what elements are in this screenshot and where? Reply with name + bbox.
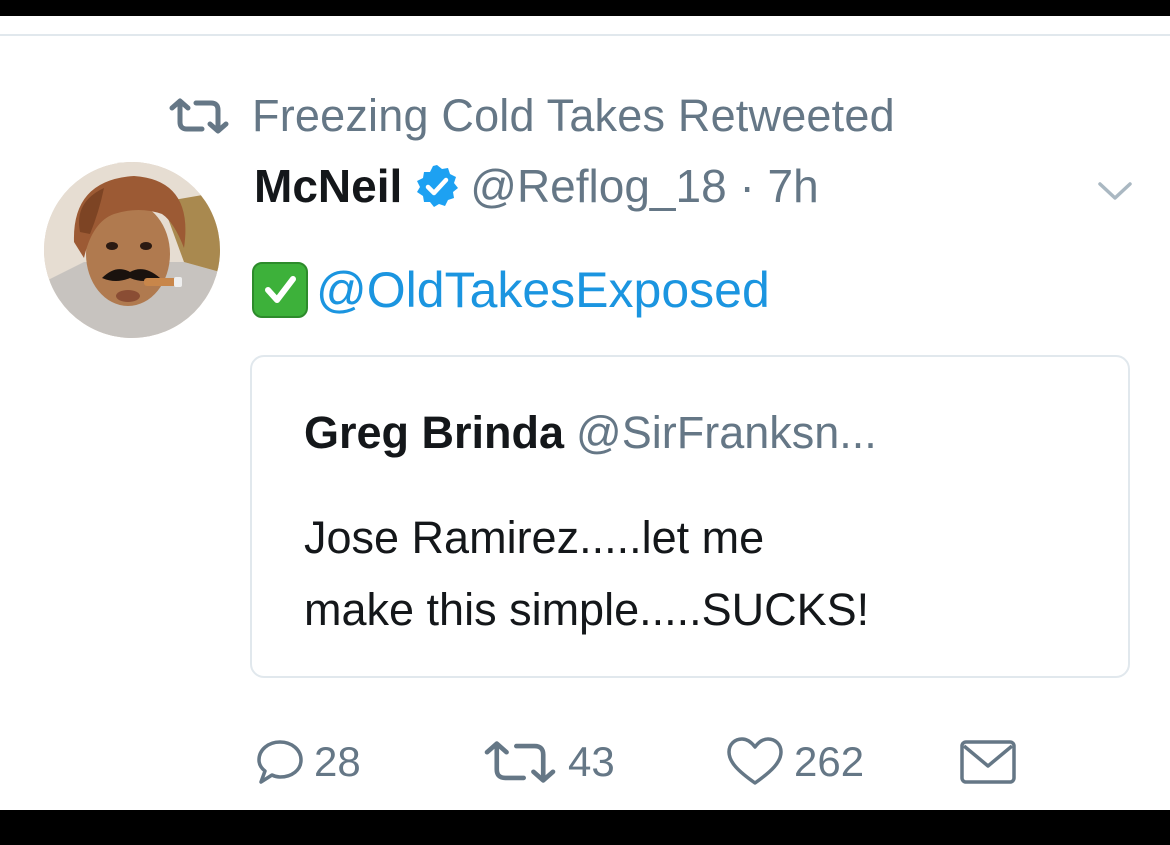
chevron-down-icon[interactable] (1092, 176, 1138, 206)
handle-and-time[interactable]: @Reflog_18 · 7h (470, 159, 818, 213)
reply-icon (257, 740, 303, 784)
retweet-button[interactable]: 43 (480, 732, 615, 792)
direct-message-button[interactable] (958, 732, 1018, 792)
quoted-display-name: Greg Brinda (304, 407, 565, 458)
tweet-header: McNeil @Reflog_18 · 7h (254, 156, 819, 216)
reply-button[interactable]: 28 (254, 732, 361, 792)
tweet-screen: Freezing Cold Takes Retweeted McNeil @Re… (0, 16, 1170, 810)
action-bar: 28 43 262 (0, 732, 1170, 792)
quoted-text-line: make this simple.....SUCKS! (304, 584, 870, 635)
white-check-mark-emoji-icon (252, 262, 308, 318)
envelope-icon (960, 740, 1016, 784)
reply-count: 28 (314, 738, 361, 785)
retweet-icon (484, 741, 556, 783)
quoted-text-line: Jose Ramirez.....let me (304, 512, 765, 563)
retweet-icon (169, 98, 229, 134)
quoted-tweet-header: Greg Brinda @SirFranksn... (304, 407, 877, 459)
like-count: 262 (794, 738, 865, 785)
top-divider (0, 34, 1170, 36)
heart-icon (727, 737, 783, 785)
display-name[interactable]: McNeil (254, 159, 402, 213)
avatar[interactable] (44, 162, 220, 338)
quoted-handle: @SirFranksn... (576, 407, 877, 458)
mention-link[interactable]: @OldTakesExposed (316, 261, 770, 319)
retweet-count: 43 (568, 738, 615, 785)
like-button[interactable]: 262 (724, 732, 864, 792)
verified-badge-icon (417, 165, 459, 207)
quoted-tweet-card[interactable]: Greg Brinda @SirFranksn... Jose Ramirez..… (250, 355, 1130, 678)
retweet-context[interactable]: Freezing Cold Takes Retweeted (168, 86, 895, 146)
tweet-body: @OldTakesExposed (252, 260, 770, 320)
avatar-image (44, 162, 220, 338)
quoted-tweet-text: Jose Ramirez.....let me make this simple… (304, 502, 869, 646)
retweeted-by-label: Freezing Cold Takes Retweeted (252, 90, 895, 141)
